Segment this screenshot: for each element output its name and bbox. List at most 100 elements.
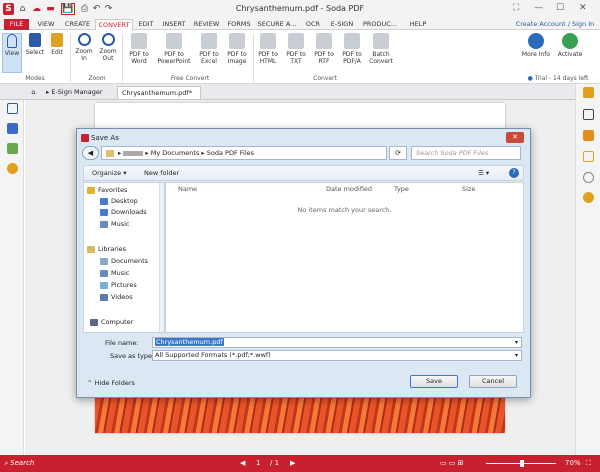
- chevron-down-icon[interactable]: ▾: [515, 338, 518, 347]
- column-type[interactable]: Type: [394, 185, 409, 193]
- column-size[interactable]: Size: [462, 185, 475, 193]
- pdf-to-pdfa-button[interactable]: PDF to PDF/A: [338, 33, 366, 65]
- hide-folders-button[interactable]: ⌃ Hide Folders: [87, 379, 135, 387]
- pdf-to-txt-button[interactable]: PDF to TXT: [283, 33, 309, 65]
- status-search[interactable]: ⌕ Search: [4, 459, 34, 468]
- group-label-modes: Modes: [25, 75, 45, 82]
- nav-desktop[interactable]: Desktop: [100, 197, 138, 205]
- menu-secure[interactable]: SECURE A...: [257, 19, 297, 30]
- menu-convert[interactable]: CONVERT: [95, 19, 133, 30]
- column-name[interactable]: Name: [178, 185, 197, 193]
- menu-forms[interactable]: FORMS: [225, 19, 253, 30]
- back-button[interactable]: ◀: [82, 146, 99, 160]
- breadcrumb-soda-pdf-files[interactable]: Soda PDF Files: [207, 149, 254, 157]
- pdf-to-powerpoint-button[interactable]: PDF to PowerPoint: [154, 33, 194, 65]
- pdf-to-word-button[interactable]: PDF to Word: [125, 33, 153, 65]
- layers-icon[interactable]: [7, 143, 18, 154]
- properties-icon[interactable]: [583, 109, 594, 120]
- column-date-modified[interactable]: Date modified: [326, 185, 372, 193]
- prev-page-icon[interactable]: ◀: [240, 459, 245, 467]
- nav-libraries[interactable]: Libraries: [87, 245, 126, 253]
- thumbnails-icon[interactable]: [7, 103, 18, 114]
- pdf-powerpoint-icon: [166, 33, 182, 49]
- window-title: Chrysanthemum.pdf - Soda PDF: [235, 4, 365, 13]
- menu-file[interactable]: FILE: [4, 19, 29, 30]
- menu-view[interactable]: VIEW: [34, 19, 58, 30]
- batch-convert-button[interactable]: Batch Convert: [367, 33, 395, 65]
- pdf-to-rtf-button[interactable]: PDF to RTF: [311, 33, 337, 65]
- home-tab-icon[interactable]: ⌂: [28, 86, 39, 99]
- comments-icon[interactable]: [583, 130, 594, 141]
- menu-edit[interactable]: EDIT: [136, 19, 156, 30]
- zoom-slider-thumb[interactable]: [520, 460, 524, 467]
- select-mode-button[interactable]: Select: [25, 33, 45, 56]
- next-page-icon[interactable]: ▶: [290, 459, 295, 467]
- account-icon[interactable]: ⛶: [513, 3, 519, 13]
- dialog-close-button[interactable]: ✕: [506, 132, 524, 143]
- more-info-button[interactable]: More Info: [519, 33, 553, 58]
- select-cursor-icon: [29, 33, 41, 47]
- tab-chrysanthemum[interactable]: Chrysanthemum.pdf* ✕: [117, 86, 201, 109]
- info-icon: [528, 33, 544, 49]
- nav-favorites[interactable]: Favorites: [87, 186, 127, 194]
- nav-videos[interactable]: Videos: [100, 293, 133, 301]
- menu-review[interactable]: REVIEW: [192, 19, 221, 30]
- menu-insert[interactable]: INSERT: [160, 19, 188, 30]
- new-folder-button[interactable]: New folder: [144, 166, 179, 180]
- tools-icon[interactable]: [583, 87, 594, 98]
- computer-icon: [90, 318, 98, 326]
- dialog-toolbar: Organize ▾ New folder ☰ ▾ ?: [83, 165, 524, 181]
- pdf-to-image-button[interactable]: PDF to Image: [223, 33, 251, 65]
- view-options-icon[interactable]: ☰ ▾: [478, 166, 489, 180]
- zoom-in-button[interactable]: Zoom In: [73, 33, 95, 62]
- pdf-excel-icon: [201, 33, 217, 49]
- save-button[interactable]: Save: [410, 375, 458, 388]
- nav-lib-music[interactable]: Music: [100, 269, 130, 277]
- nav-music[interactable]: Music: [100, 220, 130, 228]
- status-bar: ⌕ Search ◀ 1 / 1 ▶ ▭ ▭ ⊞ 70% ⛶: [0, 455, 600, 472]
- chevron-down-icon[interactable]: ▾: [515, 351, 518, 360]
- menu-create[interactable]: CREATE: [63, 19, 92, 30]
- edit-mode-button[interactable]: Edit: [47, 33, 67, 56]
- pictures-icon: [100, 281, 108, 289]
- fit-page-icon[interactable]: ⛶: [586, 459, 591, 468]
- nav-pictures[interactable]: Pictures: [100, 281, 137, 289]
- refresh-button[interactable]: ⟳: [389, 146, 407, 160]
- signatures-icon[interactable]: [583, 151, 594, 162]
- activate-button[interactable]: Activate: [556, 33, 584, 58]
- organize-button[interactable]: Organize ▾: [92, 166, 126, 180]
- help-icon[interactable]: ?: [509, 168, 519, 178]
- nav-computer[interactable]: Computer: [90, 318, 133, 326]
- certificate-icon[interactable]: [583, 192, 594, 203]
- address-bar[interactable]: ▸ ▸ My Documents ▸ Soda PDF Files: [101, 146, 387, 160]
- pdf-to-html-button[interactable]: PDF to HTML: [255, 33, 281, 65]
- menu-help[interactable]: HELP: [406, 19, 430, 30]
- menu-esign[interactable]: E-SIGN: [328, 19, 356, 30]
- tab-esign-manager[interactable]: ▸ E-Sign Manager: [42, 86, 114, 99]
- bookmarks-icon[interactable]: [7, 123, 18, 134]
- nav-documents[interactable]: Documents: [100, 257, 148, 265]
- breadcrumb-my-documents[interactable]: My Documents: [151, 149, 200, 157]
- zoom-out-button[interactable]: Zoom Out: [97, 33, 119, 62]
- create-account-link[interactable]: Create Account / Sign In: [510, 19, 600, 30]
- maximize-icon[interactable]: ☐: [556, 3, 564, 13]
- link-icon[interactable]: [583, 172, 594, 183]
- close-icon[interactable]: ✕: [579, 3, 587, 13]
- pencil-icon: [51, 33, 63, 47]
- cancel-button[interactable]: Cancel: [469, 375, 517, 388]
- nav-downloads[interactable]: Downloads: [100, 208, 147, 216]
- menu-production[interactable]: PRODUC...: [360, 19, 400, 30]
- page-number[interactable]: 1: [256, 459, 260, 467]
- menu-ocr[interactable]: OCR: [302, 19, 324, 30]
- minimize-icon[interactable]: —: [534, 3, 543, 13]
- view-mode-button[interactable]: View: [2, 33, 22, 73]
- navigation-pane: Favorites Desktop Downloads Music Librar…: [83, 182, 165, 333]
- attachments-icon[interactable]: [7, 163, 18, 174]
- file-name-input[interactable]: Chrysanthemum.pdf ▾: [152, 337, 522, 348]
- pdf-to-excel-button[interactable]: PDF to Excel: [195, 33, 223, 65]
- group-label-convert: Convert: [313, 75, 337, 82]
- search-input[interactable]: Search Soda PDF Files: [411, 146, 521, 160]
- save-type-select[interactable]: All Supported Formats (*.pdf;*.wwf) ▾: [152, 350, 522, 361]
- zoom-level[interactable]: 70%: [565, 459, 581, 467]
- view-mode-icons[interactable]: ▭ ▭ ⊞: [440, 459, 464, 467]
